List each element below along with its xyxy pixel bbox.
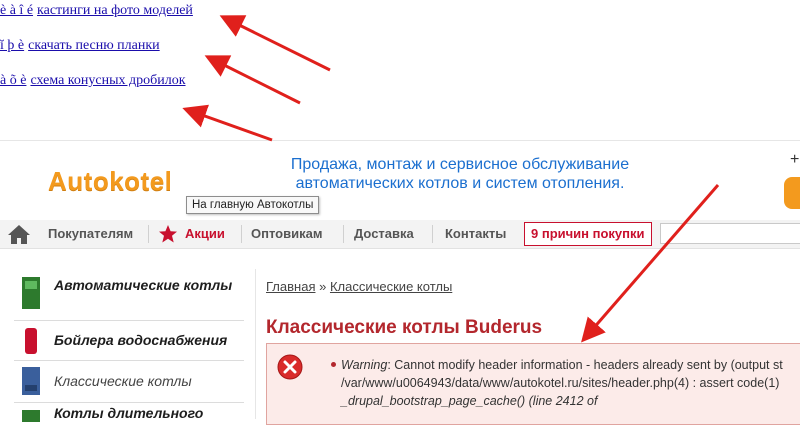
sidebar-item-label: Бойлера водоснабжения (54, 332, 228, 348)
error-icon (277, 354, 303, 380)
spam-link-prefix[interactable]: ĭ þ è (0, 38, 24, 53)
breadcrumb-current[interactable]: Классические котлы (330, 279, 452, 294)
php-warning-box: Warning: Cannot modify header informatio… (266, 343, 800, 425)
sidebar-item-label: Автоматические котлы (54, 277, 233, 293)
spam-link[interactable]: кастинги на фото моделей (37, 3, 193, 18)
water-heater-icon (25, 328, 37, 354)
sidebar-item-automatic[interactable]: Автоматические котлы (14, 270, 244, 321)
breadcrumb: Главная » Классические котлы (266, 279, 452, 294)
spam-link[interactable]: скачать песню планки (28, 38, 160, 53)
spam-link-row[interactable]: à õ è схема конусных дробилок (0, 73, 186, 89)
sidebar-item-long-burning[interactable]: Котлы длительного (14, 402, 244, 422)
sidebar: Автоматические котлы Бойлера водоснабжен… (14, 270, 244, 422)
breadcrumb-separator: » (319, 279, 327, 294)
warning-label: Warning (341, 358, 388, 372)
warning-path: /var/www/u0064943/data/www/autokotel.ru/… (341, 376, 780, 390)
warning-text: Warning: Cannot modify header informatio… (329, 356, 799, 410)
spam-link-prefix[interactable]: è à î é (0, 3, 33, 18)
warning-message: : Cannot modify header information - hea… (387, 358, 783, 372)
spam-links-area: è à î é кастинги на фото моделей ĭ þ è ска… (0, 0, 800, 140)
breadcrumb-home[interactable]: Главная (266, 279, 315, 294)
page-title: Классические котлы Buderus (266, 317, 543, 338)
spam-link[interactable]: схема конусных дробилок (30, 73, 185, 88)
spam-link-row[interactable]: è à î é кастинги на фото моделей (0, 3, 193, 19)
long-burning-boiler-icon (22, 410, 40, 422)
classic-boiler-icon (22, 367, 40, 395)
spam-link-row[interactable]: ĭ þ è скачать песню планки (0, 38, 160, 54)
boiler-icon (22, 277, 40, 309)
warning-function: _drupal_bootstrap_page_cache() (line 241… (341, 394, 598, 408)
spam-link-prefix[interactable]: à õ è (0, 73, 26, 88)
sidebar-item-classic[interactable]: Классические котлы (14, 360, 244, 403)
sidebar-item-water-boilers[interactable]: Бойлера водоснабжения (14, 320, 244, 361)
sidebar-item-label: Классические котлы (54, 373, 192, 389)
site-body: Автоматические котлы Бойлера водоснабжен… (0, 140, 800, 425)
